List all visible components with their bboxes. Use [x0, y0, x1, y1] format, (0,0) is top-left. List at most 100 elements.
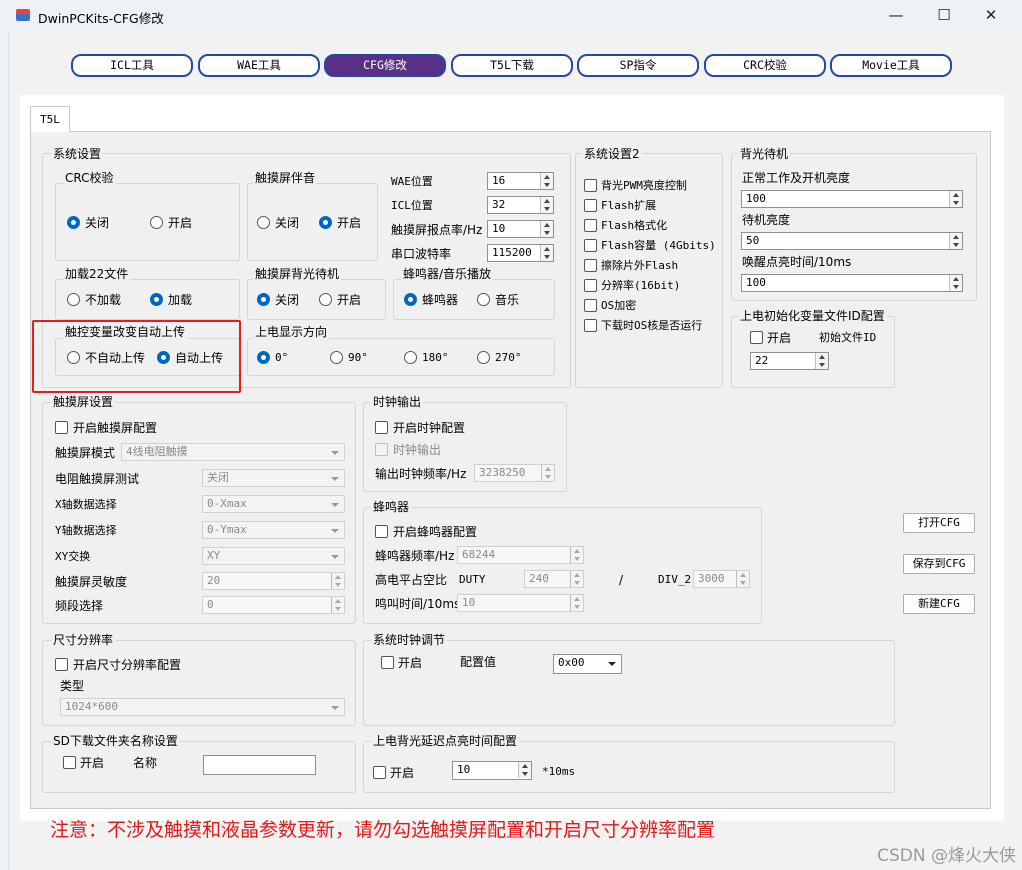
orientation-180-radio[interactable] — [404, 351, 417, 364]
sysclk-enable-checkbox[interactable] — [381, 656, 394, 669]
sys2-checkbox-1[interactable] — [584, 199, 597, 212]
tab-sp-command[interactable]: SP指令 — [577, 54, 699, 77]
spin-arrows-icon[interactable] — [331, 597, 344, 613]
band-spinbox[interactable]: 0 — [202, 596, 345, 614]
spin-arrows-icon[interactable] — [949, 233, 962, 249]
baud-spinbox[interactable]: 115200 — [487, 244, 554, 262]
backlight-normal-spinbox[interactable]: 100 — [741, 190, 963, 208]
tab-movie-tool[interactable]: Movie工具 — [830, 54, 952, 77]
watermark: CSDN @烽火大侠 — [877, 846, 1016, 866]
spin-arrows-icon[interactable] — [541, 465, 554, 481]
tab-cfg-edit[interactable]: CFG修改 — [324, 54, 446, 77]
sys2-checkbox-3[interactable] — [584, 239, 597, 252]
spin-arrows-icon[interactable] — [570, 547, 583, 563]
orientation-270-radio[interactable] — [477, 351, 490, 364]
clock-enable-checkbox[interactable] — [375, 421, 388, 434]
warning-notice: 注意：不涉及触摸和液晶参数更新，请勿勾选触摸屏配置和开启尺寸分辨率配置 — [50, 819, 716, 841]
wae-pos-label: WAE位置 — [391, 175, 433, 188]
sys2-checkbox-2[interactable] — [584, 219, 597, 232]
buzzer-freq-spinbox[interactable]: 68244 — [457, 546, 584, 564]
buzzer-duty-spinbox[interactable]: 240 — [524, 570, 584, 588]
spin-arrows-icon[interactable] — [949, 191, 962, 207]
buzzer-time-spinbox[interactable]: 10 — [457, 594, 584, 612]
spin-arrows-icon[interactable] — [540, 221, 553, 237]
tab-t5l[interactable]: T5L — [30, 106, 70, 132]
buzzer-radio[interactable] — [404, 293, 417, 306]
touch-sound-on-radio[interactable] — [319, 216, 332, 229]
sd-title: SD下载文件夹名称设置 — [51, 734, 180, 748]
backlight-standby-on-radio[interactable] — [319, 293, 332, 306]
touch-enable-label: 开启触摸屏配置 — [73, 421, 158, 435]
touch-mode-select[interactable]: 4线电阻触摸 — [121, 443, 345, 461]
orientation-90-radio[interactable] — [330, 351, 343, 364]
backlight-standby-off-radio[interactable] — [257, 293, 270, 306]
system-settings-title: 系统设置 — [51, 147, 104, 161]
spin-arrows-icon[interactable] — [570, 571, 583, 587]
minimize-button[interactable]: — — [873, 4, 919, 28]
spin-arrows-icon[interactable] — [570, 595, 583, 611]
x-axis-select[interactable]: 0-Xmax — [202, 495, 345, 513]
tab-t5l-download[interactable]: T5L下载 — [451, 54, 573, 77]
sys2-checkbox-0[interactable] — [584, 179, 597, 192]
report-rate-label: 触摸屏报点率/Hz — [391, 223, 483, 237]
sysclk-enable-label: 开启 — [398, 656, 423, 670]
spin-arrows-icon[interactable] — [540, 245, 553, 261]
report-rate-spinbox[interactable]: 10 — [487, 220, 554, 238]
touch-enable-checkbox[interactable] — [55, 421, 68, 434]
tab-icl-tool[interactable]: ICL工具 — [71, 54, 193, 77]
wae-pos-spinbox[interactable]: 16 — [487, 172, 554, 190]
buzzer-div-spinbox[interactable]: 3000 — [693, 570, 750, 588]
orientation-0-radio[interactable] — [257, 351, 270, 364]
save-cfg-button[interactable]: 保存到CFG — [903, 554, 975, 574]
backlight-wake-spinbox[interactable]: 100 — [741, 274, 963, 292]
orientation-270-label: 270° — [495, 351, 522, 364]
orientation-0-label: 0° — [275, 351, 289, 364]
load22-off-radio[interactable] — [67, 293, 80, 306]
sd-name-input[interactable] — [203, 755, 316, 775]
clock-output-checkbox[interactable] — [375, 443, 388, 456]
spin-arrows-icon[interactable] — [815, 353, 828, 369]
spin-arrows-icon[interactable] — [736, 571, 749, 587]
xy-swap-select[interactable]: XY — [202, 547, 345, 565]
clock-freq-spinbox[interactable]: 3238250 — [474, 464, 555, 482]
new-cfg-button[interactable]: 新建CFG — [903, 594, 975, 614]
maximize-button[interactable]: ☐ — [921, 4, 967, 28]
tab-wae-tool[interactable]: WAE工具 — [198, 54, 320, 77]
sys2-checkbox-7[interactable] — [584, 319, 597, 332]
close-button[interactable]: ✕ — [968, 4, 1014, 28]
icl-pos-spinbox[interactable]: 32 — [487, 196, 554, 214]
open-cfg-button[interactable]: 打开CFG — [903, 513, 975, 533]
init-var-enable-checkbox[interactable] — [750, 331, 763, 344]
sd-enable-checkbox[interactable] — [63, 756, 76, 769]
sys2-checkbox-4[interactable] — [584, 259, 597, 272]
init-var-file-id-spinbox[interactable]: 22 — [750, 352, 829, 370]
sensitivity-spinbox[interactable]: 20 — [202, 572, 345, 590]
sys2-checkbox-5[interactable] — [584, 279, 597, 292]
report-rate-value: 10 — [492, 222, 506, 235]
spin-arrows-icon[interactable] — [331, 573, 344, 589]
sysclk-config-select[interactable]: 0x00 — [553, 654, 622, 674]
resolution-type-select[interactable]: 1024*600 — [60, 698, 345, 716]
resolution-enable-checkbox[interactable] — [55, 658, 68, 671]
backlight-standby-spinbox[interactable]: 50 — [741, 232, 963, 250]
buzzer-slash: / — [619, 573, 624, 587]
buzzer-enable-checkbox[interactable] — [375, 525, 388, 538]
delay-spinbox[interactable]: 10 — [452, 761, 532, 780]
spin-arrows-icon[interactable] — [518, 762, 531, 778]
init-var-title: 上电初始化变量文件ID配置 — [738, 309, 887, 323]
load22-on-radio[interactable] — [150, 293, 163, 306]
delay-enable-checkbox[interactable] — [373, 766, 386, 779]
delay-unit: *10ms — [542, 765, 576, 778]
spin-arrows-icon[interactable] — [540, 173, 553, 189]
y-axis-select[interactable]: 0-Ymax — [202, 521, 345, 539]
spin-arrows-icon[interactable] — [540, 197, 553, 213]
resist-test-select[interactable]: 关闭 — [202, 469, 345, 487]
crc-on-radio[interactable] — [150, 216, 163, 229]
crc-off-radio[interactable] — [67, 216, 80, 229]
spin-arrows-icon[interactable] — [949, 275, 962, 291]
sys2-label-2: Flash格式化 — [601, 219, 668, 232]
touch-sound-off-radio[interactable] — [257, 216, 270, 229]
sys2-checkbox-6[interactable] — [584, 299, 597, 312]
music-radio[interactable] — [477, 293, 490, 306]
tab-crc-check[interactable]: CRC校验 — [704, 54, 826, 77]
